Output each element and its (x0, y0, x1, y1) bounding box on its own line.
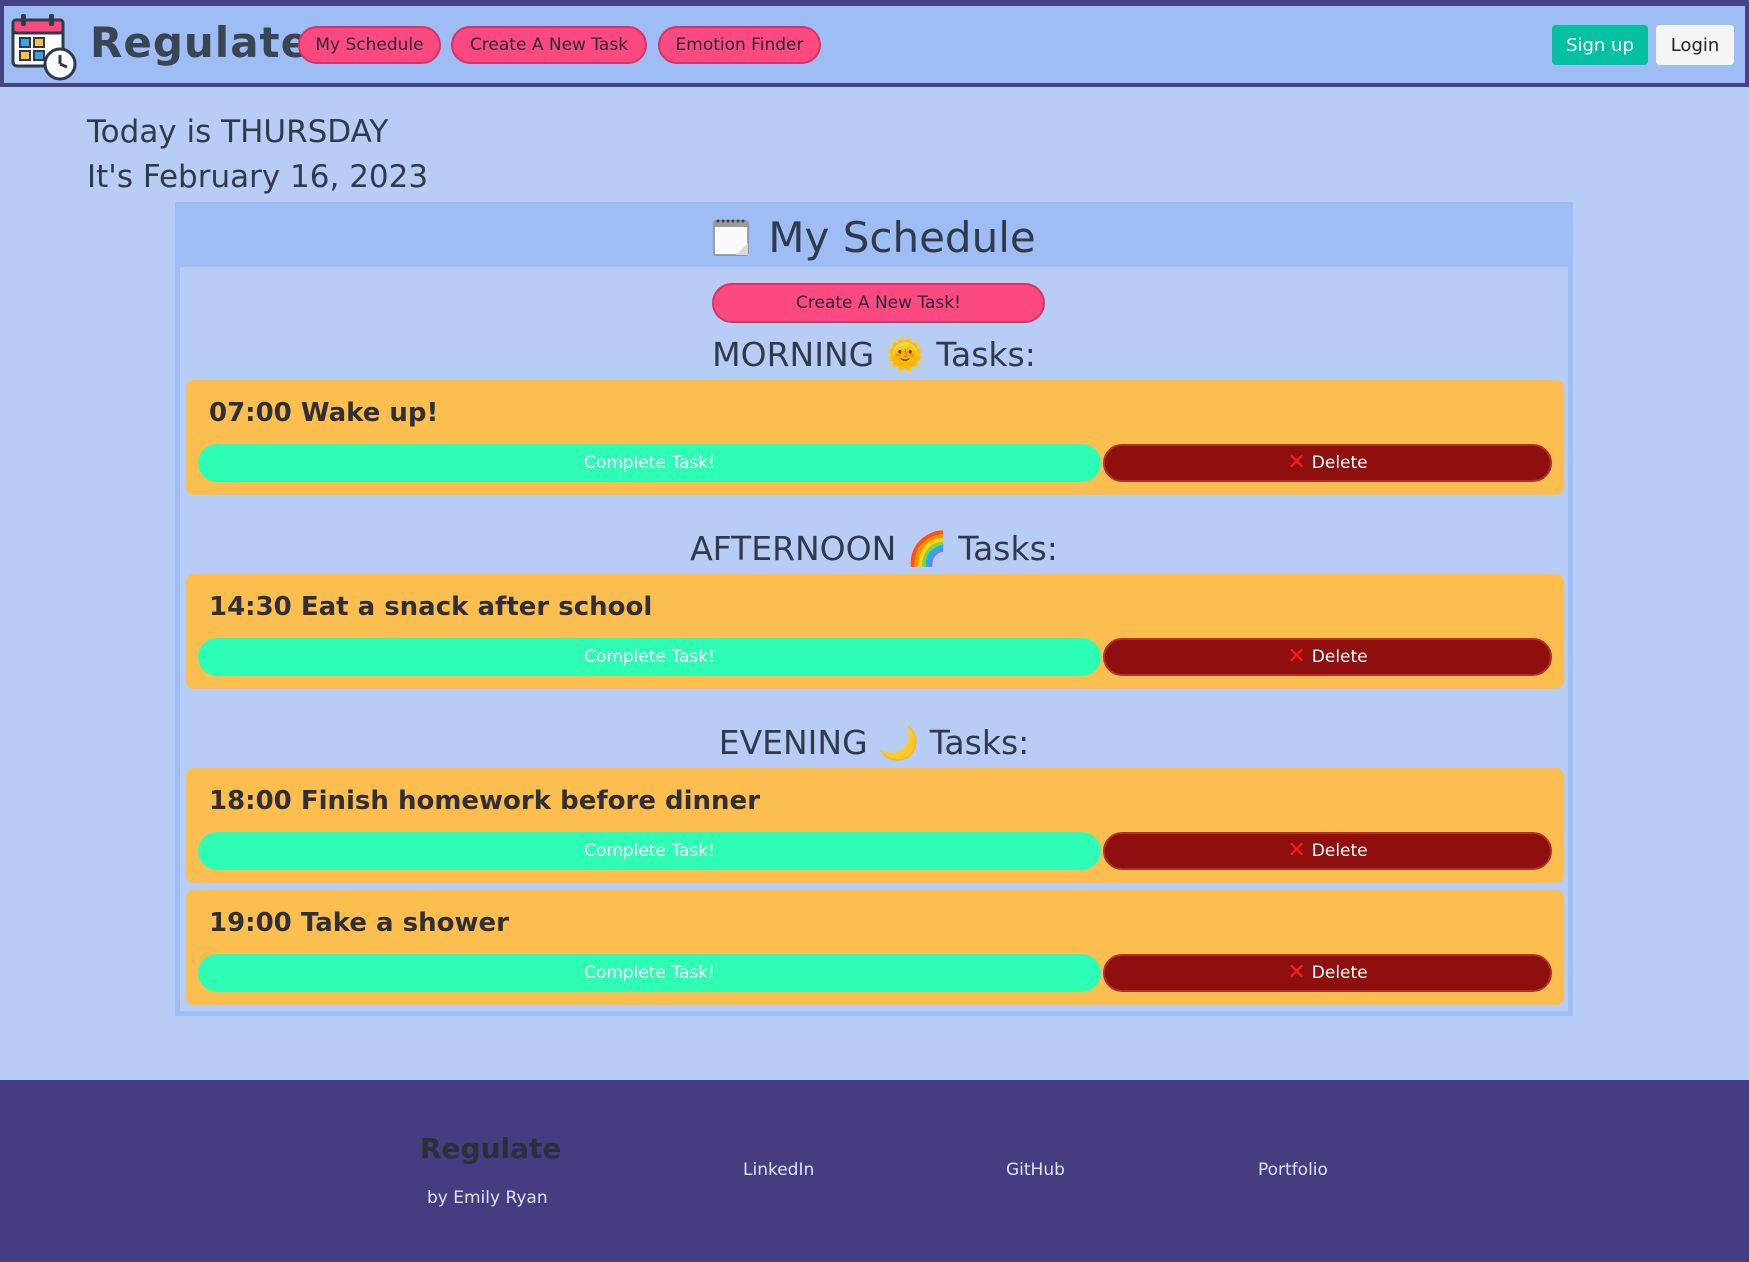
task-card: 07:00 Wake up! Complete Task! ✕ Delete (186, 380, 1564, 495)
footer: Regulate by Emily Ryan LinkedIn GitHub P… (0, 1080, 1749, 1262)
create-task-button[interactable]: Create A New Task! (712, 283, 1045, 323)
task-card: 14:30 Eat a snack after school Complete … (186, 574, 1564, 689)
footer-link-portfolio[interactable]: Portfolio (1258, 1160, 1328, 1180)
complete-task-button[interactable]: Complete Task! (198, 832, 1101, 870)
cross-mark-icon: ✕ (1287, 644, 1306, 669)
brand-title[interactable]: Regulate (90, 18, 310, 67)
delete-task-button[interactable]: ✕ Delete (1103, 444, 1552, 482)
schedule-title: My Schedule (768, 212, 1036, 262)
cross-mark-icon: ✕ (1287, 960, 1306, 985)
section-title-afternoon: AFTERNOON 🌈 Tasks: (690, 529, 1058, 568)
cross-mark-icon: ✕ (1287, 838, 1306, 863)
complete-task-button[interactable]: Complete Task! (198, 444, 1101, 482)
delete-task-button[interactable]: ✕ Delete (1103, 832, 1552, 870)
task-title: 07:00 Wake up! (209, 398, 439, 428)
task-card: 19:00 Take a shower Complete Task! ✕ Dele… (186, 890, 1564, 1005)
navbar: Regulate My Schedule Create A New Task E… (0, 6, 1749, 87)
schedule-header: My Schedule (180, 207, 1568, 267)
calendar-clock-icon[interactable] (10, 10, 78, 82)
schedule-panel: My Schedule Create A New Task! MORNING 🌞… (175, 202, 1573, 1016)
nav-create-task[interactable]: Create A New Task (451, 26, 647, 64)
footer-brand: Regulate (420, 1132, 562, 1165)
complete-task-button[interactable]: Complete Task! (198, 638, 1101, 676)
delete-task-button[interactable]: ✕ Delete (1103, 638, 1552, 676)
nav-emotion-finder[interactable]: Emotion Finder (658, 26, 821, 64)
footer-byline: by Emily Ryan (427, 1188, 548, 1208)
login-button[interactable]: Login (1656, 25, 1734, 65)
nav-my-schedule[interactable]: My Schedule (298, 26, 441, 64)
task-title: 19:00 Take a shower (209, 908, 509, 938)
delete-task-button[interactable]: ✕ Delete (1103, 954, 1552, 992)
complete-task-button[interactable]: Complete Task! (198, 954, 1101, 992)
task-title: 18:00 Finish homework before dinner (209, 786, 761, 816)
section-title-morning: MORNING 🌞 Tasks: (712, 335, 1036, 374)
footer-link-linkedin[interactable]: LinkedIn (743, 1160, 814, 1180)
task-title: 14:30 Eat a snack after school (209, 592, 653, 622)
footer-link-github[interactable]: GitHub (1006, 1160, 1065, 1180)
notepad-icon (713, 219, 750, 256)
signup-button[interactable]: Sign up (1552, 25, 1648, 65)
section-title-evening: EVENING 🌙 Tasks: (718, 723, 1030, 762)
today-day-text: Today is THURSDAY (87, 114, 389, 150)
today-date-text: It's February 16, 2023 (87, 159, 429, 195)
cross-mark-icon: ✕ (1287, 450, 1306, 475)
task-card: 18:00 Finish homework before dinner Comp… (186, 768, 1564, 883)
